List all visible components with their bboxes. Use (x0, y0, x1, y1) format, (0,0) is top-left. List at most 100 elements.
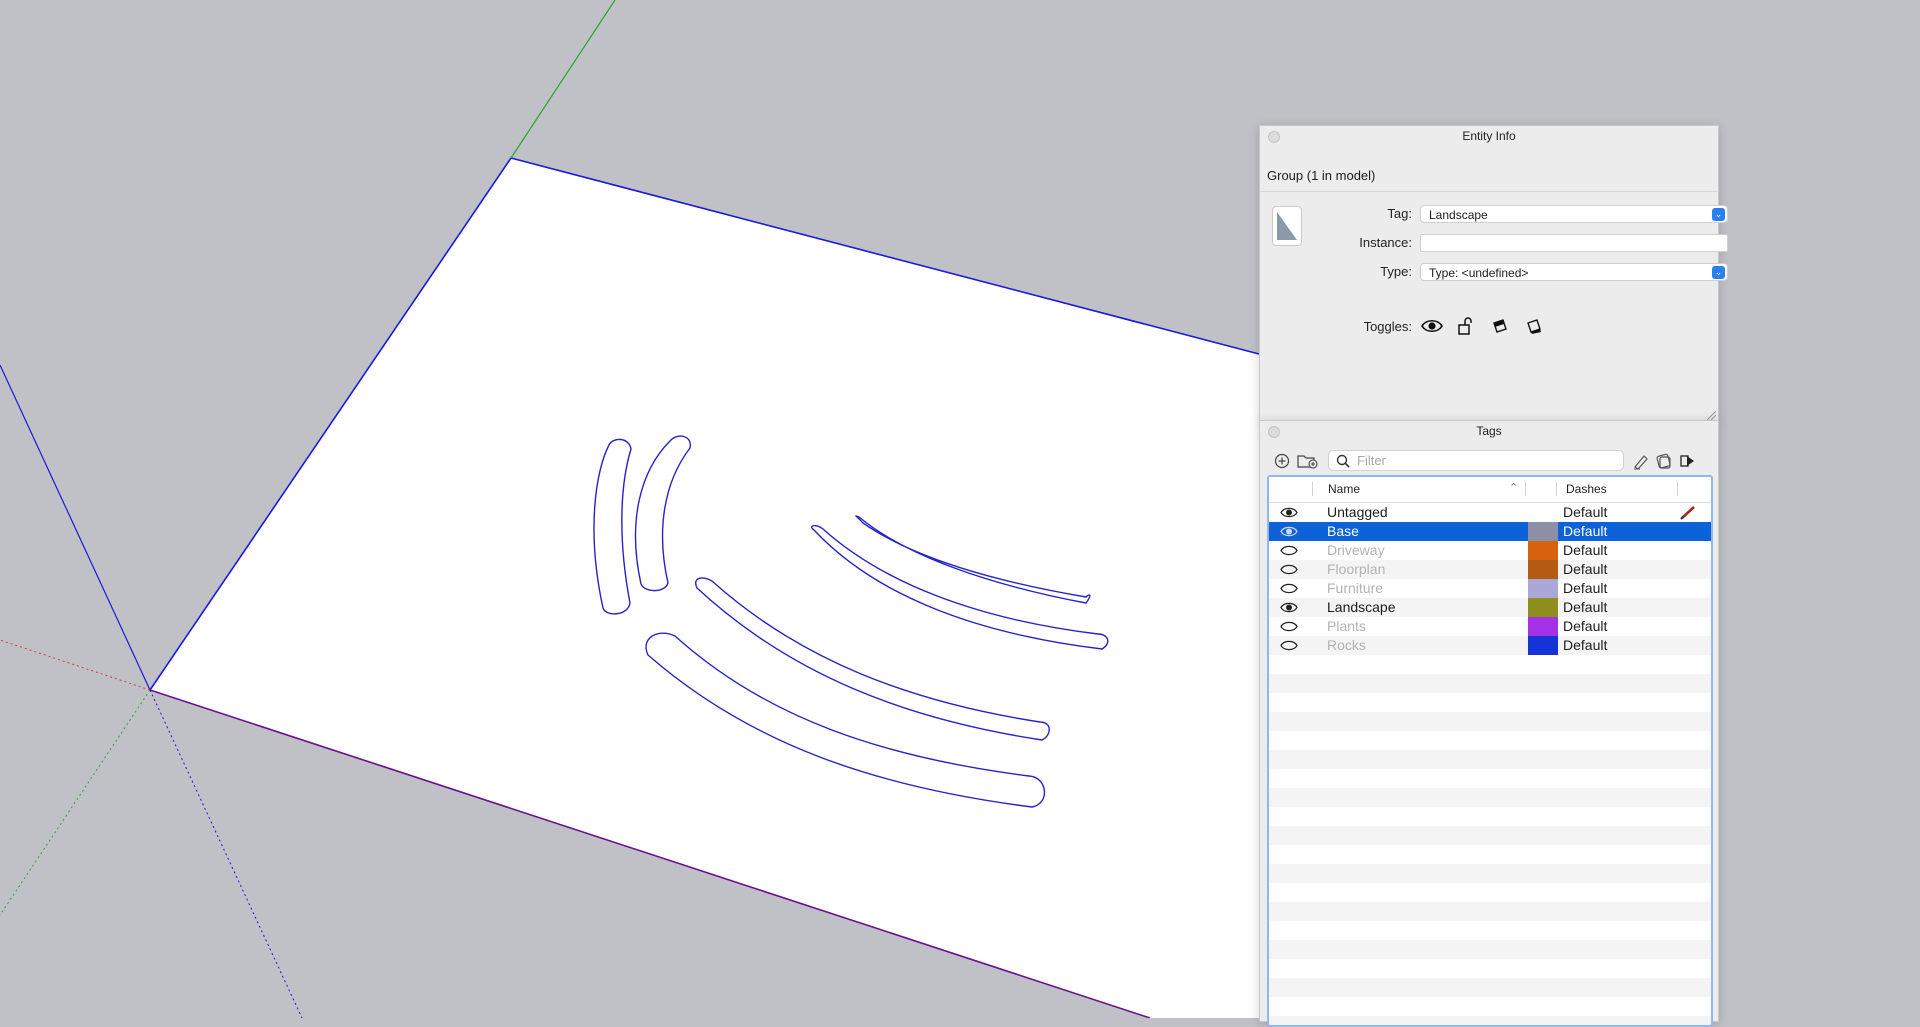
tag-color-swatch[interactable] (1528, 598, 1558, 617)
empty-row (1269, 845, 1711, 864)
tag-row[interactable]: Furniture Default (1269, 579, 1711, 598)
eye-closed-icon[interactable] (1279, 562, 1299, 577)
sort-ascending-icon[interactable]: ⌃ (1509, 481, 1518, 494)
type-select-value: Type: <undefined> (1429, 266, 1529, 280)
tag-name[interactable]: Landscape (1327, 599, 1396, 615)
empty-row (1269, 674, 1711, 693)
tag-color-swatch[interactable] (1528, 522, 1558, 541)
dashes-column-header[interactable]: Dashes (1566, 482, 1607, 496)
entity-info-titlebar[interactable]: Entity Info (1260, 126, 1718, 146)
column-divider (1677, 482, 1678, 496)
blue-axis-dotted (149, 689, 303, 1018)
tags-title: Tags (1476, 424, 1502, 438)
close-icon[interactable] (1268, 426, 1280, 438)
empty-row (1269, 712, 1711, 731)
eye-closed-icon[interactable] (1279, 543, 1299, 558)
empty-row (1269, 655, 1711, 674)
cast-shadows-icon[interactable] (1522, 316, 1546, 336)
tag-name[interactable]: Driveway (1327, 542, 1385, 558)
empty-row (1269, 788, 1711, 807)
tags-table[interactable]: Name ⌃ Dashes Untagged Default Base Default… (1267, 475, 1713, 1027)
visible-eye-icon[interactable] (1420, 316, 1444, 336)
tag-color-swatch[interactable] (1528, 541, 1558, 560)
tag-select[interactable]: Landscape ⌄ (1420, 205, 1728, 223)
toggles-label: Toggles: (1363, 319, 1412, 334)
eye-icon[interactable] (1279, 505, 1299, 520)
tag-row[interactable]: Landscape Default (1269, 598, 1711, 617)
tags-titlebar[interactable]: Tags (1260, 421, 1718, 441)
tag-color-swatch[interactable] (1528, 579, 1558, 598)
tag-name[interactable]: Base (1327, 523, 1359, 539)
entity-info-panel: Entity Info Group (1 in model) Tag: Land… (1259, 125, 1728, 423)
type-label: Type: (1380, 264, 1412, 279)
add-folder-icon[interactable] (1297, 451, 1319, 471)
eye-closed-icon[interactable] (1279, 581, 1299, 596)
instance-label: Instance: (1359, 235, 1412, 250)
ground-face[interactable] (150, 158, 1259, 1018)
name-column-header[interactable]: Name (1328, 482, 1360, 496)
empty-row (1269, 978, 1711, 997)
tag-dashes[interactable]: Default (1563, 618, 1607, 634)
type-select[interactable]: Type: <undefined> ⌄ (1420, 263, 1728, 281)
chevron-down-icon: ⌄ (1712, 266, 1725, 279)
lock-icon[interactable] (1454, 316, 1478, 336)
toggles-group (1420, 316, 1546, 336)
green-axis (510, 0, 616, 159)
empty-row (1269, 826, 1711, 845)
receive-shadows-icon[interactable] (1488, 316, 1512, 336)
empty-row (1269, 731, 1711, 750)
tag-row[interactable]: Driveway Default (1269, 541, 1711, 560)
entity-info-title: Entity Info (1462, 129, 1516, 143)
paint-icon[interactable] (1630, 451, 1652, 471)
tag-color-swatch[interactable] (1528, 560, 1558, 579)
tag-row[interactable]: Rocks Default (1269, 636, 1711, 655)
tag-color-swatch[interactable] (1528, 617, 1558, 636)
tag-color-swatch[interactable] (1528, 636, 1558, 655)
color-by-tag-icon[interactable] (1653, 451, 1675, 471)
tags-toolbar: Filter (1260, 449, 1718, 473)
add-tag-icon[interactable] (1271, 451, 1293, 471)
tag-row[interactable]: Plants Default (1269, 617, 1711, 636)
details-icon[interactable] (1676, 451, 1698, 471)
tag-row[interactable]: Floorplan Default (1269, 560, 1711, 579)
eye-closed-icon[interactable] (1279, 619, 1299, 634)
empty-row (1269, 940, 1711, 959)
tag-dashes[interactable]: Default (1563, 637, 1607, 653)
tag-name[interactable]: Floorplan (1327, 561, 1385, 577)
close-icon[interactable] (1268, 131, 1280, 143)
tag-name[interactable]: Rocks (1327, 637, 1366, 653)
tag-dashes[interactable]: Default (1563, 542, 1607, 558)
column-divider (1556, 482, 1557, 496)
search-icon (1336, 454, 1350, 468)
empty-row (1269, 807, 1711, 826)
empty-row (1269, 959, 1711, 978)
tag-dashes[interactable]: Default (1563, 561, 1607, 577)
chevron-down-icon: ⌄ (1712, 208, 1725, 221)
tags-table-header: Name ⌃ Dashes (1269, 477, 1711, 503)
eye-icon[interactable] (1279, 600, 1299, 615)
empty-row (1269, 997, 1711, 1016)
blue-axis-left (0, 364, 151, 691)
tag-dashes[interactable]: Default (1563, 599, 1607, 615)
empty-row (1269, 693, 1711, 712)
tag-dashes[interactable]: Default (1563, 580, 1607, 596)
eye-closed-icon[interactable] (1279, 638, 1299, 653)
divider (1260, 191, 1718, 192)
tag-dashes[interactable]: Default (1563, 523, 1607, 539)
filter-placeholder: Filter (1357, 453, 1386, 468)
tags-panel: Tags Filter Name ⌃ Dashes Untagged Defau… (1259, 420, 1719, 1027)
eye-icon[interactable] (1279, 524, 1299, 539)
tag-row[interactable]: Untagged Default (1269, 503, 1711, 522)
empty-row (1269, 902, 1711, 921)
tag-label: Tag: (1387, 206, 1412, 221)
tag-name[interactable]: Plants (1327, 618, 1366, 634)
selection-summary: Group (1 in model) (1267, 168, 1376, 183)
filter-input[interactable]: Filter (1328, 450, 1624, 471)
tag-row[interactable]: Base Default (1269, 522, 1711, 541)
tags-rows: Untagged Default Base Default Driveway Defaul… (1269, 503, 1711, 1025)
tag-dashes[interactable]: Default (1563, 504, 1607, 520)
tag-name[interactable]: Untagged (1327, 504, 1388, 520)
resize-grip-icon[interactable] (1707, 411, 1716, 420)
instance-field[interactable] (1420, 234, 1728, 252)
tag-name[interactable]: Furniture (1327, 580, 1383, 596)
